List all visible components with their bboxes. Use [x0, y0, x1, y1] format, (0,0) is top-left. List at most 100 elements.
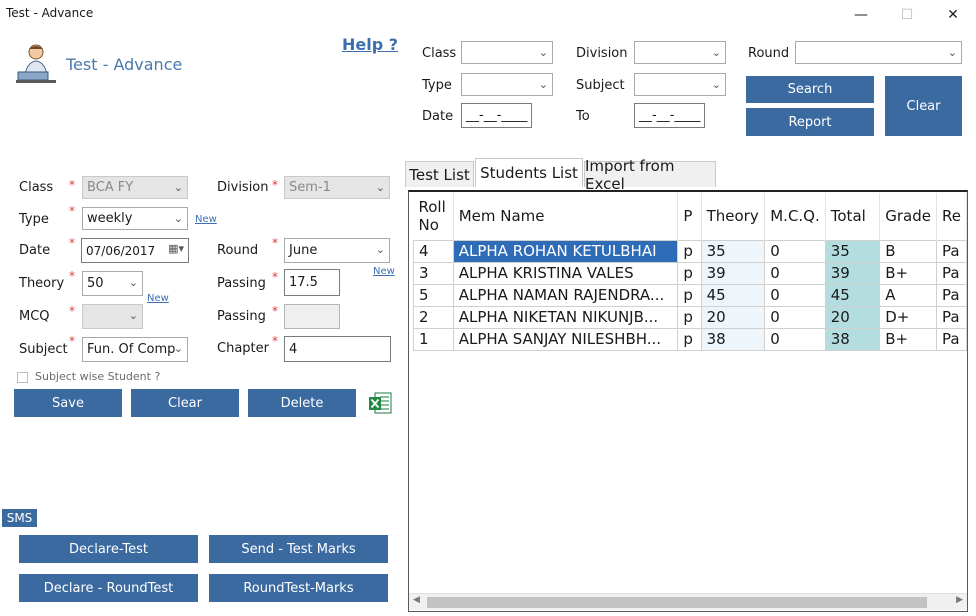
- subject-label: Subject: [19, 342, 68, 357]
- scrollbar-thumb[interactable]: [427, 597, 927, 608]
- chevron-down-icon: ⌄: [711, 46, 721, 59]
- col-name-header[interactable]: Mem Name: [453, 193, 679, 240]
- col-p-header[interactable]: P: [677, 193, 702, 240]
- filter-type-label: Type: [422, 78, 452, 93]
- round-new-link[interactable]: New: [373, 266, 395, 277]
- round-select[interactable]: June ⌄: [284, 238, 390, 263]
- col-mcq-header[interactable]: M.C.Q.: [764, 193, 826, 240]
- cell-roll: 4: [413, 239, 454, 263]
- mcq-select[interactable]: ⌄: [82, 304, 143, 329]
- filter-division-select[interactable]: ⌄: [634, 41, 726, 64]
- type-new-link[interactable]: New: [195, 214, 217, 225]
- cell-name[interactable]: ALPHA NAMAN RAJENDRA...: [452, 283, 679, 307]
- date-picker[interactable]: 07/06/2017 ▦▾: [81, 238, 189, 263]
- chevron-down-icon: ⌄: [711, 78, 721, 91]
- class-label: Class: [19, 180, 54, 195]
- required-marker: *: [272, 236, 278, 250]
- col-result-header[interactable]: Re: [936, 193, 967, 240]
- report-button[interactable]: Report: [746, 108, 874, 136]
- cell-name[interactable]: ALPHA ROHAN KETULBHAI: [452, 239, 679, 263]
- cell-theory[interactable]: 45: [700, 283, 766, 307]
- students-table: Roll No Mem Name P Theory M.C.Q. Total G…: [413, 193, 967, 351]
- table-row[interactable]: 5 ALPHA NAMAN RAJENDRA... p 45 0 45 A Pa: [413, 283, 967, 307]
- type-select[interactable]: weekly ⌄: [82, 207, 188, 230]
- theory-new-link[interactable]: New: [147, 293, 169, 304]
- cell-grade: D+: [879, 305, 937, 329]
- scroll-right-icon[interactable]: ▶: [956, 595, 963, 605]
- cell-roll: 2: [413, 305, 454, 329]
- cell-grade: B+: [879, 261, 937, 285]
- cell-name[interactable]: ALPHA NIKETAN NIKUNJB...: [452, 305, 679, 329]
- close-button[interactable]: ✕: [930, 2, 976, 28]
- help-link[interactable]: Help ?: [342, 35, 398, 54]
- tab-import-excel[interactable]: Import from Excel: [584, 157, 716, 193]
- filter-round-select[interactable]: ⌄: [795, 41, 962, 64]
- division-select[interactable]: Sem-1 ⌄: [284, 176, 390, 199]
- table-row[interactable]: 3 ALPHA KRISTINA VALES p 39 0 39 B+ Pa: [413, 261, 967, 285]
- tab-students-list[interactable]: Students List: [475, 158, 583, 187]
- filter-subject-select[interactable]: ⌄: [634, 73, 726, 96]
- declare-test-button[interactable]: Declare-Test: [19, 535, 198, 563]
- table-row[interactable]: 4 ALPHA ROHAN KETULBHAI p 35 0 35 B Pa: [413, 239, 967, 263]
- filter-date-from[interactable]: __-__-____: [461, 103, 532, 128]
- cell-theory[interactable]: 35: [700, 239, 766, 263]
- send-test-marks-button[interactable]: Send - Test Marks: [209, 535, 388, 563]
- cell-total: 20: [824, 305, 881, 329]
- save-button[interactable]: Save: [14, 389, 122, 417]
- roundtest-marks-button[interactable]: RoundTest-Marks: [209, 574, 388, 602]
- subject-select[interactable]: Fun. Of Comp ⌄: [82, 337, 188, 362]
- mcq-label: MCQ: [19, 309, 50, 324]
- required-marker: *: [69, 334, 75, 348]
- passing2-input[interactable]: [284, 304, 340, 329]
- horizontal-scrollbar[interactable]: ◀ ▶: [409, 593, 967, 610]
- table-row[interactable]: 1 ALPHA SANJAY NILESHBH... p 38 0 38 B+ …: [413, 327, 967, 351]
- chevron-down-icon: ⌄: [173, 342, 183, 355]
- cell-p: p: [677, 327, 702, 351]
- filter-class-select[interactable]: ⌄: [461, 41, 553, 64]
- filter-clear-button[interactable]: Clear: [885, 76, 962, 136]
- chevron-down-icon: ⌄: [375, 243, 385, 256]
- table-row[interactable]: 2 ALPHA NIKETAN NIKUNJB... p 20 0 20 D+ …: [413, 305, 967, 329]
- cell-result: Pa: [935, 305, 967, 329]
- students-grid[interactable]: Roll No Mem Name P Theory M.C.Q. Total G…: [408, 190, 968, 612]
- cell-theory[interactable]: 39: [700, 261, 766, 285]
- filter-round-label: Round: [748, 46, 790, 61]
- class-select[interactable]: BCA FY ⌄: [82, 176, 188, 199]
- date-value: 07/06/2017: [86, 243, 156, 258]
- maximize-button[interactable]: ☐: [884, 2, 930, 28]
- cell-name[interactable]: ALPHA KRISTINA VALES: [452, 261, 679, 285]
- chapter-label: Chapter: [217, 341, 269, 356]
- declare-roundtest-button[interactable]: Declare - RoundTest: [19, 574, 198, 602]
- chapter-input[interactable]: 4: [284, 336, 391, 362]
- col-theory-header[interactable]: Theory: [701, 193, 766, 240]
- cell-theory[interactable]: 20: [700, 305, 766, 329]
- delete-button[interactable]: Delete: [248, 389, 356, 417]
- cell-roll: 1: [413, 327, 454, 351]
- theory-label: Theory: [19, 276, 65, 291]
- scroll-left-icon[interactable]: ◀: [413, 595, 420, 605]
- theory-select[interactable]: 50 ⌄: [82, 271, 143, 296]
- subject-wise-checkbox[interactable]: [17, 372, 28, 383]
- required-marker: *: [272, 304, 278, 318]
- required-marker: *: [272, 178, 278, 192]
- class-value: BCA FY: [87, 180, 134, 195]
- filter-date-to[interactable]: __-__-____: [634, 103, 705, 128]
- search-button[interactable]: Search: [746, 76, 874, 103]
- chevron-down-icon: ⌄: [128, 309, 138, 322]
- filter-to-label: To: [576, 109, 590, 124]
- filter-type-select[interactable]: ⌄: [461, 73, 553, 96]
- clear-button[interactable]: Clear: [131, 389, 239, 417]
- passing-input[interactable]: 17.5: [284, 269, 340, 296]
- tab-test-list[interactable]: Test List: [405, 161, 474, 187]
- col-roll-header[interactable]: Roll No: [413, 193, 454, 240]
- minimize-button[interactable]: —: [838, 2, 884, 28]
- cell-name[interactable]: ALPHA SANJAY NILESHBH...: [452, 327, 679, 351]
- window-title: Test - Advance: [6, 6, 94, 20]
- cell-theory[interactable]: 38: [700, 327, 766, 351]
- calendar-icon[interactable]: ▦▾: [168, 242, 184, 255]
- cell-grade: B: [879, 239, 937, 263]
- col-grade-header[interactable]: Grade: [879, 193, 937, 240]
- excel-icon[interactable]: [368, 391, 392, 419]
- subject-wise-label: Subject wise Student ?: [35, 370, 161, 383]
- col-total-header[interactable]: Total: [825, 193, 881, 240]
